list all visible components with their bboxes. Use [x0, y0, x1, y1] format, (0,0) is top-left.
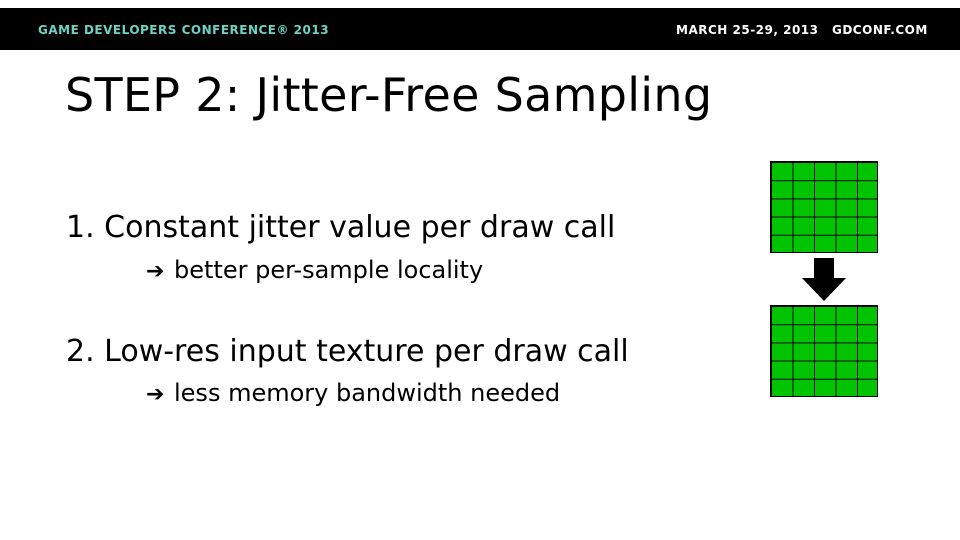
bullet-point-1: 1. Constant jitter value per draw call — [66, 210, 616, 245]
right-arrow-icon: ➔ — [146, 382, 165, 407]
texture-grid-top — [770, 161, 878, 253]
down-arrow-icon — [802, 258, 846, 301]
sub-point-2-text: less memory bandwidth needed — [174, 379, 561, 407]
slide-title: STEP 2: Jitter-Free Sampling — [65, 68, 713, 122]
conference-banner: GAME DEVELOPERS CONFERENCE® 2013 MARCH 2… — [0, 8, 960, 50]
sub-point-1: ➔ better per-sample locality — [146, 256, 483, 284]
right-arrow-icon: ➔ — [146, 259, 165, 284]
sub-point-2: ➔ less memory bandwidth needed — [146, 379, 560, 407]
texture-grid-bottom — [770, 305, 878, 397]
conference-dates: MARCH 25-29, 2013 — [676, 23, 819, 37]
conference-brand: GAME DEVELOPERS CONFERENCE® 2013 — [38, 23, 330, 37]
conference-site: GDCONF.COM — [832, 23, 928, 37]
sub-point-1-text: better per-sample locality — [174, 256, 484, 284]
bullet-point-2: 2. Low-res input texture per draw call — [66, 334, 629, 369]
